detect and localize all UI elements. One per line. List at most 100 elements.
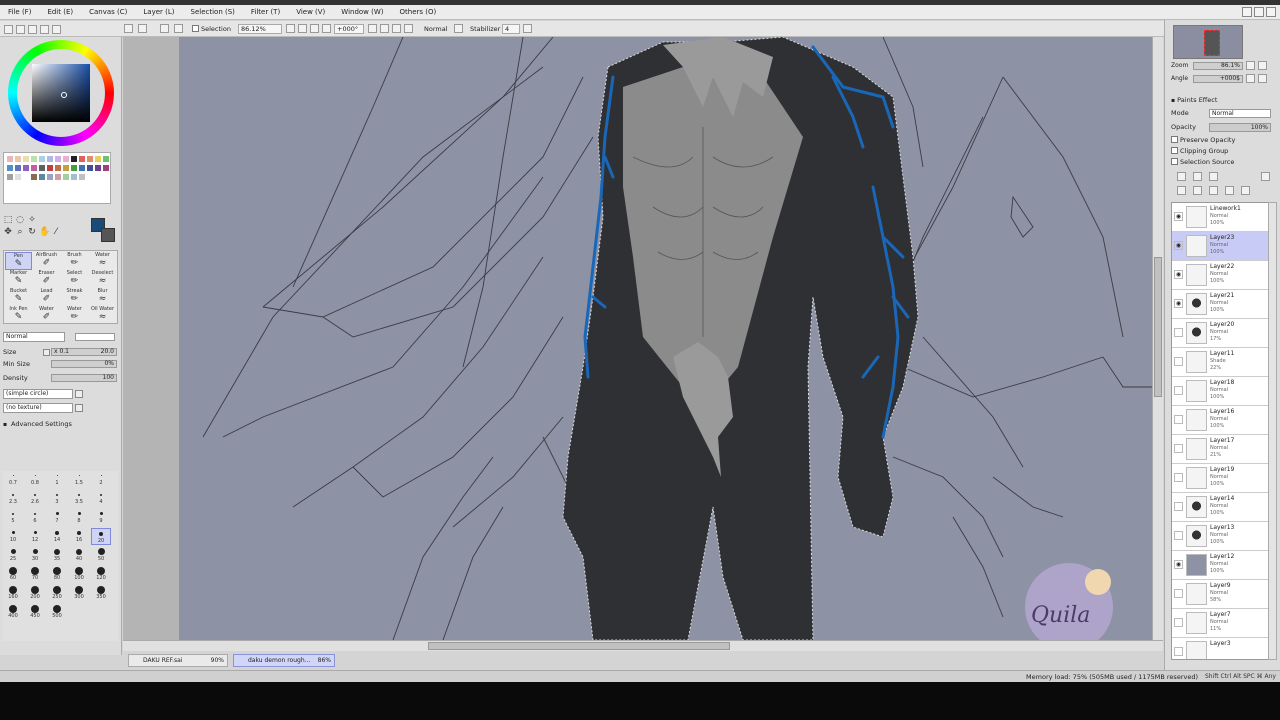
brush-size-preset[interactable]: 250 bbox=[47, 585, 67, 600]
color-swatch[interactable] bbox=[23, 156, 29, 162]
swatches-mode-icon[interactable] bbox=[40, 25, 49, 34]
color-swatch[interactable] bbox=[31, 174, 37, 180]
brush-size-preset[interactable]: 350 bbox=[91, 585, 111, 600]
color-swatch[interactable] bbox=[31, 156, 37, 162]
brush-size-preset[interactable]: 3 bbox=[47, 490, 67, 505]
brush-size-preset[interactable]: 30 bbox=[25, 547, 45, 562]
brush-size-preset[interactable]: 160 bbox=[3, 585, 23, 600]
layer-row[interactable]: Layer11 Shade 22% bbox=[1172, 348, 1268, 377]
brush-tool-lead[interactable]: Lead ✐ bbox=[33, 288, 60, 306]
blend-dropdown-icon[interactable] bbox=[454, 24, 463, 33]
menu-item[interactable]: Selection (S) bbox=[183, 8, 243, 16]
eyedropper-icon[interactable]: ⁄ bbox=[51, 227, 61, 237]
undo-icon[interactable] bbox=[124, 24, 133, 33]
brush-tool-brush[interactable]: Brush ✏ bbox=[61, 252, 88, 270]
brush-tool-bucket[interactable]: Bucket ✎ bbox=[5, 288, 32, 306]
rect-select-icon[interactable]: ⬚ bbox=[3, 215, 13, 225]
color-picker-cursor[interactable] bbox=[61, 92, 67, 98]
brush-size-preset[interactable]: 16 bbox=[69, 528, 89, 543]
brush-texture-select[interactable]: (no texture) bbox=[3, 403, 73, 413]
vertical-scroll-thumb[interactable] bbox=[1154, 257, 1162, 397]
eye-icon[interactable] bbox=[1174, 328, 1183, 337]
eye-icon[interactable] bbox=[1174, 473, 1183, 482]
stabilizer-value[interactable]: 4 bbox=[502, 24, 520, 34]
layer-row[interactable]: Layer9 Normal 58% bbox=[1172, 580, 1268, 609]
document-tab[interactable]: DAKU REF.sai 90% bbox=[128, 654, 228, 667]
eye-icon[interactable]: ◉ bbox=[1174, 270, 1183, 279]
color-swatch[interactable] bbox=[55, 174, 61, 180]
move-icon[interactable]: ✥ bbox=[3, 227, 13, 237]
color-swatch[interactable] bbox=[79, 156, 85, 162]
zoom-field[interactable]: 86.12% bbox=[238, 24, 282, 34]
brush-size-preset[interactable]: 2 bbox=[91, 471, 111, 486]
delete-layer-icon[interactable] bbox=[1225, 186, 1234, 195]
rotate-icon[interactable]: ↻ bbox=[27, 227, 37, 237]
clipping-group-checkbox[interactable] bbox=[1171, 147, 1178, 154]
color-swatch[interactable] bbox=[31, 165, 37, 171]
eye-icon[interactable]: ◉ bbox=[1174, 241, 1183, 250]
layer-row[interactable]: ◉ Linework1 Normal 100% bbox=[1172, 203, 1268, 232]
rgb-slider-icon[interactable] bbox=[16, 25, 25, 34]
layer-list-scrollbar[interactable] bbox=[1268, 202, 1277, 660]
layer-row[interactable]: ◉ Layer23 Normal 100% bbox=[1172, 232, 1268, 261]
nav-zoom-in-icon[interactable] bbox=[1258, 61, 1267, 70]
color-swatch[interactable] bbox=[71, 156, 77, 162]
nav-zoom-out-icon[interactable] bbox=[1246, 61, 1255, 70]
color-swatch[interactable] bbox=[7, 156, 13, 162]
brush-size-preset[interactable]: 0.8 bbox=[25, 471, 45, 486]
brush-size-preset[interactable]: 400 bbox=[3, 604, 23, 619]
lasso-icon[interactable]: ◌ bbox=[15, 215, 25, 225]
color-swatch[interactable] bbox=[15, 174, 21, 180]
color-swatch[interactable] bbox=[15, 165, 21, 171]
brush-size-preset[interactable]: 120 bbox=[91, 566, 111, 581]
eye-icon[interactable]: ◉ bbox=[1174, 299, 1183, 308]
brush-size-preset[interactable]: 25 bbox=[3, 547, 23, 562]
brush-size-preset[interactable]: 70 bbox=[25, 566, 45, 581]
brush-size-preset[interactable]: 6 bbox=[25, 509, 45, 524]
horizontal-scroll-thumb[interactable] bbox=[428, 642, 730, 650]
navigator-angle-slider[interactable]: +000$ bbox=[1193, 75, 1243, 83]
brush-tool-blur[interactable]: Blur ≈ bbox=[89, 288, 116, 306]
layer-row[interactable]: Layer16 Normal 100% bbox=[1172, 406, 1268, 435]
color-swatch[interactable] bbox=[103, 156, 109, 162]
flip-icon[interactable] bbox=[404, 24, 413, 33]
blend-mode-select[interactable]: Normal bbox=[424, 24, 448, 34]
deselect-icon[interactable] bbox=[160, 24, 169, 33]
color-swatch[interactable] bbox=[23, 165, 29, 171]
brush-size-preset[interactable]: 10 bbox=[3, 528, 23, 543]
brush-tool-pen[interactable]: Pen ✎ bbox=[5, 252, 32, 270]
brush-size-preset[interactable]: 2.6 bbox=[25, 490, 45, 505]
brush-shape-selector[interactable] bbox=[75, 333, 115, 341]
brush-size-preset[interactable]: 12 bbox=[25, 528, 45, 543]
artwork-canvas[interactable]: Quila bbox=[123, 37, 1152, 640]
brush-tool-airbrush[interactable]: AirBrush ✐ bbox=[33, 252, 60, 270]
brush-size-preset[interactable]: 5 bbox=[3, 509, 23, 524]
layer-row[interactable]: Layer18 Normal 100% bbox=[1172, 377, 1268, 406]
color-swatch[interactable] bbox=[71, 165, 77, 171]
merge-down-icon[interactable] bbox=[1209, 186, 1218, 195]
eye-icon[interactable]: ◉ bbox=[1174, 560, 1183, 569]
brush-size-preset[interactable]: 450 bbox=[25, 604, 45, 619]
color-swatch[interactable] bbox=[47, 165, 53, 171]
brush-size-preset[interactable]: 80 bbox=[47, 566, 67, 581]
layer-row[interactable]: ◉ Layer12 Normal 100% bbox=[1172, 551, 1268, 580]
rotate-right-icon[interactable] bbox=[380, 24, 389, 33]
brush-size-preset[interactable]: 3.5 bbox=[69, 490, 89, 505]
nav-rotate-left-icon[interactable] bbox=[1246, 74, 1255, 83]
selection-checkbox[interactable] bbox=[192, 25, 199, 32]
menu-item[interactable]: Others (O) bbox=[392, 8, 445, 16]
brush-size-preset[interactable]: 200 bbox=[25, 585, 45, 600]
color-swatch[interactable] bbox=[55, 165, 61, 171]
brush-shape-select[interactable]: (simple circle) bbox=[3, 389, 73, 399]
brush-size-preset[interactable]: 8 bbox=[69, 509, 89, 524]
density-slider[interactable]: 100 bbox=[51, 374, 117, 382]
menu-item[interactable]: Filter (T) bbox=[243, 8, 288, 16]
brush-tool-marker[interactable]: Marker ✎ bbox=[5, 270, 32, 288]
brush-size-preset[interactable]: 1 bbox=[47, 471, 67, 486]
eye-icon[interactable] bbox=[1174, 502, 1183, 511]
brush-size-preset[interactable]: 4 bbox=[91, 490, 111, 505]
selection-toggle[interactable]: Selection bbox=[192, 24, 231, 34]
color-swatch[interactable] bbox=[95, 156, 101, 162]
paints-effect-header[interactable]: ▪ Paints Effect bbox=[1171, 95, 1217, 105]
selection-source-row[interactable]: Selection Source bbox=[1171, 157, 1234, 167]
